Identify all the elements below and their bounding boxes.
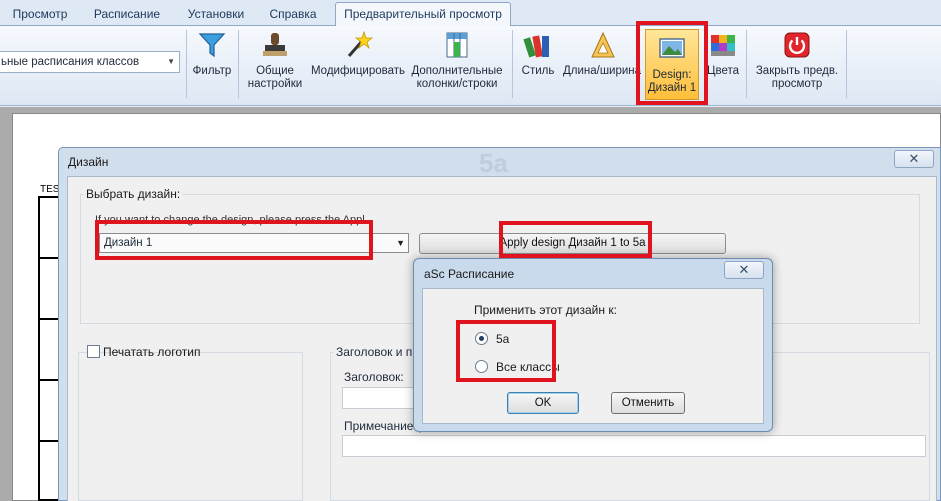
print-logo-label: Печатать логотип <box>103 345 201 359</box>
design-dialog-close-button[interactable]: ✕ <box>894 150 934 168</box>
funnel-icon <box>198 33 226 58</box>
close-icon: ✕ <box>738 262 750 277</box>
design-select[interactable]: Дизайн 1 ▼ <box>99 233 409 253</box>
ribbon-separator <box>512 30 513 98</box>
close-preview-button[interactable]: Закрыть предв. просмотр <box>750 30 844 100</box>
modify-label: Модифицировать <box>310 65 406 77</box>
print-logo-checkbox[interactable] <box>87 345 100 358</box>
header-input[interactable] <box>342 387 422 409</box>
design-hint-text: If you want to change the design, please… <box>95 214 365 226</box>
logo-group <box>78 352 303 501</box>
ribbon-separator <box>846 30 847 98</box>
radio-selected-dot <box>479 336 484 341</box>
magic-wand-icon <box>347 30 373 57</box>
power-icon <box>784 32 810 58</box>
ruler-triangle-icon <box>591 31 615 58</box>
design-dialog-title: Дизайн <box>68 155 109 169</box>
modal-title: aSc Расписание <box>424 267 515 281</box>
chevron-down-icon: ▼ <box>396 238 405 248</box>
header-field-label: Заголовок: <box>344 370 404 384</box>
ribbon-separator <box>186 30 187 98</box>
modal-content: Применить этот дизайн к: 5a Все классы O… <box>422 288 764 424</box>
class-combo-value: ьные расписания классов <box>1 56 140 68</box>
colors-button[interactable]: Цвета <box>703 30 743 100</box>
chevron-down-icon: ▼ <box>167 57 175 66</box>
design-label: Design: Дизайн 1 <box>647 69 697 94</box>
general-settings-button[interactable]: Общие настройки <box>242 30 308 100</box>
choose-design-label: Выбрать дизайн: <box>84 187 183 201</box>
length-width-label: Длина/ширина <box>562 65 642 77</box>
ribbon-separator <box>238 30 239 98</box>
dialog-watermark: 5a <box>479 148 508 178</box>
tab-settings[interactable]: Установки <box>176 3 256 26</box>
radio-this-class-label: 5a <box>496 332 510 346</box>
close-icon: ✕ <box>908 151 920 166</box>
design-button[interactable]: Design: Дизайн 1 <box>645 29 699 100</box>
additional-columns-button[interactable]: Дополнительные колонки/строки <box>408 30 506 100</box>
ok-button[interactable]: OK <box>507 392 579 414</box>
tab-print-preview[interactable]: Предварительный просмотр <box>335 2 511 27</box>
radio-all-classes-label: Все классы <box>496 360 560 374</box>
design-select-value: Дизайн 1 <box>104 237 153 249</box>
filter-button[interactable]: Фильтр <box>189 30 235 100</box>
length-width-button[interactable]: Длина/ширина <box>560 30 644 100</box>
close-preview-label: Закрыть предв. просмотр <box>755 65 839 90</box>
general-settings-label: Общие настройки <box>247 65 303 90</box>
modify-button[interactable]: Модифицировать <box>308 30 408 100</box>
design-picture-icon <box>659 38 685 58</box>
color-palette-icon <box>711 35 735 56</box>
style-button[interactable]: Стиль <box>517 30 559 100</box>
additional-columns-label: Дополнительные колонки/строки <box>411 65 503 90</box>
page-label: TES <box>40 184 60 195</box>
apply-design-modal: aSc Расписание ✕ Применить этот дизайн к… <box>413 258 773 432</box>
colors-label: Цвета <box>706 65 740 77</box>
cancel-button[interactable]: Отменить <box>611 392 685 414</box>
radio-all-classes[interactable] <box>475 360 488 373</box>
tab-help[interactable]: Справка <box>262 3 324 26</box>
ribbon-tab-bar: Просмотр Расписание Установки Справка Пр… <box>0 0 941 27</box>
stamp-icon <box>263 33 287 56</box>
modal-close-button[interactable]: ✕ <box>724 261 764 279</box>
books-icon <box>523 35 549 58</box>
filter-label: Фильтр <box>192 65 232 77</box>
modal-prompt: Применить этот дизайн к: <box>474 303 617 317</box>
radio-this-class[interactable] <box>475 332 488 345</box>
tab-timetable[interactable]: Расписание <box>84 3 170 26</box>
insert-columns-icon <box>446 32 468 58</box>
note-input[interactable] <box>342 435 926 457</box>
style-label: Стиль <box>521 65 555 77</box>
class-timetable-combo[interactable]: ьные расписания классов ▼ <box>0 51 180 73</box>
tab-view[interactable]: Просмотр <box>2 3 78 26</box>
apply-design-button[interactable]: Apply design Дизайн 1 to 5a <box>419 233 726 254</box>
ribbon-separator <box>746 30 747 98</box>
